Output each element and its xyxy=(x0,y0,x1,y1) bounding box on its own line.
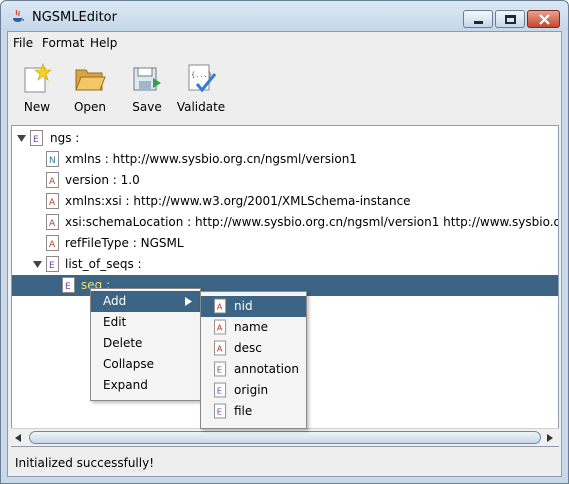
svg-text:A: A xyxy=(49,240,56,250)
title-bar: NGSMLEditor xyxy=(1,1,568,31)
context-menu-add[interactable]: Add xyxy=(91,291,200,312)
svg-text:{...}: {...} xyxy=(191,71,212,79)
attribute-icon: A xyxy=(214,319,227,335)
validate-label: Validate xyxy=(176,100,226,114)
open-button[interactable]: Open xyxy=(71,60,109,116)
tree-node-label: refFileType : NGSML xyxy=(65,236,184,250)
validate-button[interactable]: {...} Validate xyxy=(176,60,226,116)
menu-item-label: name xyxy=(234,320,269,334)
app-window: NGSMLEditor File Format Help New Open Sa… xyxy=(0,0,569,484)
new-document-icon xyxy=(24,63,52,93)
svg-text:E: E xyxy=(33,135,39,145)
svg-text:E: E xyxy=(49,261,55,271)
svg-text:A: A xyxy=(217,323,223,333)
tree-node-schema-location[interactable]: A xsi:schemaLocation : http://www.sysbio… xyxy=(12,212,558,233)
svg-text:E: E xyxy=(217,407,222,417)
menu-item-label: nid xyxy=(234,299,253,313)
context-menu-edit[interactable]: Edit xyxy=(91,312,200,333)
open-label: Open xyxy=(73,100,107,114)
status-message: Initialized successfully! xyxy=(15,456,155,470)
tree-node-label: xmlns:xsi : http://www.w3.org/2001/XMLSc… xyxy=(65,194,411,208)
attribute-icon: A xyxy=(214,340,227,356)
submenu-item-annotation[interactable]: E annotation xyxy=(201,359,306,380)
validate-icon: {...} xyxy=(188,64,217,93)
context-menu-collapse[interactable]: Collapse xyxy=(91,354,200,375)
tree-node-label: xsi:schemaLocation : http://www.sysbio.o… xyxy=(65,215,558,229)
submenu-item-name[interactable]: A name xyxy=(201,317,306,338)
java-app-icon xyxy=(13,9,24,22)
tree-node-root[interactable]: E ngs : xyxy=(12,128,558,149)
tree-node-label: xmlns : http://www.sysbio.org.cn/ngsml/v… xyxy=(65,152,357,166)
menu-format[interactable]: Format xyxy=(42,36,84,50)
menu-item-label: file xyxy=(234,404,253,418)
tree-node-list-of-seqs[interactable]: E list_of_seqs : xyxy=(12,254,558,275)
submenu-arrow-icon xyxy=(185,297,192,306)
menu-file[interactable]: File xyxy=(13,36,33,50)
minimize-icon xyxy=(474,21,483,24)
menu-item-label: Add xyxy=(103,294,127,308)
minimize-button[interactable] xyxy=(463,10,493,28)
svg-text:A: A xyxy=(49,198,56,208)
new-label: New xyxy=(23,100,51,114)
submenu-item-nid[interactable]: A nid xyxy=(201,296,306,317)
tree-node-ref-file-type[interactable]: A refFileType : NGSML xyxy=(12,233,558,254)
horizontal-scrollbar[interactable] xyxy=(11,428,559,446)
svg-text:A: A xyxy=(49,219,56,229)
expanded-toggle-icon[interactable] xyxy=(17,134,26,143)
svg-text:A: A xyxy=(49,177,56,187)
svg-text:E: E xyxy=(217,386,222,396)
svg-text:E: E xyxy=(217,365,222,375)
maximize-icon xyxy=(505,15,516,24)
menu-item-label: Edit xyxy=(103,315,127,329)
attribute-icon: A xyxy=(214,298,227,314)
menu-item-label: Delete xyxy=(103,336,143,350)
tree-node-label: version : 1.0 xyxy=(65,173,140,187)
scroll-right-icon[interactable] xyxy=(547,434,553,442)
tree-node-version[interactable]: A version : 1.0 xyxy=(12,170,558,191)
add-submenu: A nid A name A desc E annotation E origi… xyxy=(200,291,307,429)
menu-bar: File Format Help xyxy=(8,32,561,54)
expanded-toggle-icon[interactable] xyxy=(33,260,42,269)
window-title: NGSMLEditor xyxy=(32,10,117,25)
menu-item-label: desc xyxy=(234,341,262,355)
context-menu-expand[interactable]: Expand xyxy=(91,375,200,396)
svg-text:A: A xyxy=(217,302,223,312)
new-button[interactable]: New xyxy=(18,60,56,116)
tree-node-label: list_of_seqs : xyxy=(65,257,142,271)
svg-text:E: E xyxy=(65,282,71,292)
menu-help[interactable]: Help xyxy=(90,36,117,50)
open-folder-icon xyxy=(75,69,106,91)
tree-node-xmlns-xsi[interactable]: A xmlns:xsi : http://www.w3.org/2001/XML… xyxy=(12,191,558,212)
menu-item-label: origin xyxy=(234,383,269,397)
save-label: Save xyxy=(132,100,162,114)
save-icon xyxy=(133,67,161,91)
svg-text:A: A xyxy=(217,344,223,354)
context-menu-delete[interactable]: Delete xyxy=(91,333,200,354)
element-icon: E xyxy=(214,382,227,398)
scroll-left-icon[interactable] xyxy=(15,434,21,442)
menu-item-label: Expand xyxy=(103,378,148,392)
tree-node-label: ngs : xyxy=(50,131,80,145)
tree-node-xmlns[interactable]: N xmlns : http://www.sysbio.org.cn/ngsml… xyxy=(12,149,558,170)
maximize-button[interactable] xyxy=(495,10,525,28)
close-icon xyxy=(539,14,550,25)
element-icon: E xyxy=(214,403,227,419)
menu-item-label: Collapse xyxy=(103,357,154,371)
element-icon: E xyxy=(214,361,227,377)
submenu-item-origin[interactable]: E origin xyxy=(201,380,306,401)
submenu-item-file[interactable]: E file xyxy=(201,401,306,422)
save-button[interactable]: Save xyxy=(128,60,166,116)
toolbar: New Open Save {...} Validate xyxy=(8,54,561,120)
scrollbar-thumb[interactable] xyxy=(29,431,541,444)
close-button[interactable] xyxy=(527,10,560,28)
svg-text:N: N xyxy=(49,156,56,166)
submenu-item-desc[interactable]: A desc xyxy=(201,338,306,359)
menu-item-label: annotation xyxy=(234,362,299,376)
context-menu: Add Edit Delete Collapse Expand xyxy=(90,288,201,401)
